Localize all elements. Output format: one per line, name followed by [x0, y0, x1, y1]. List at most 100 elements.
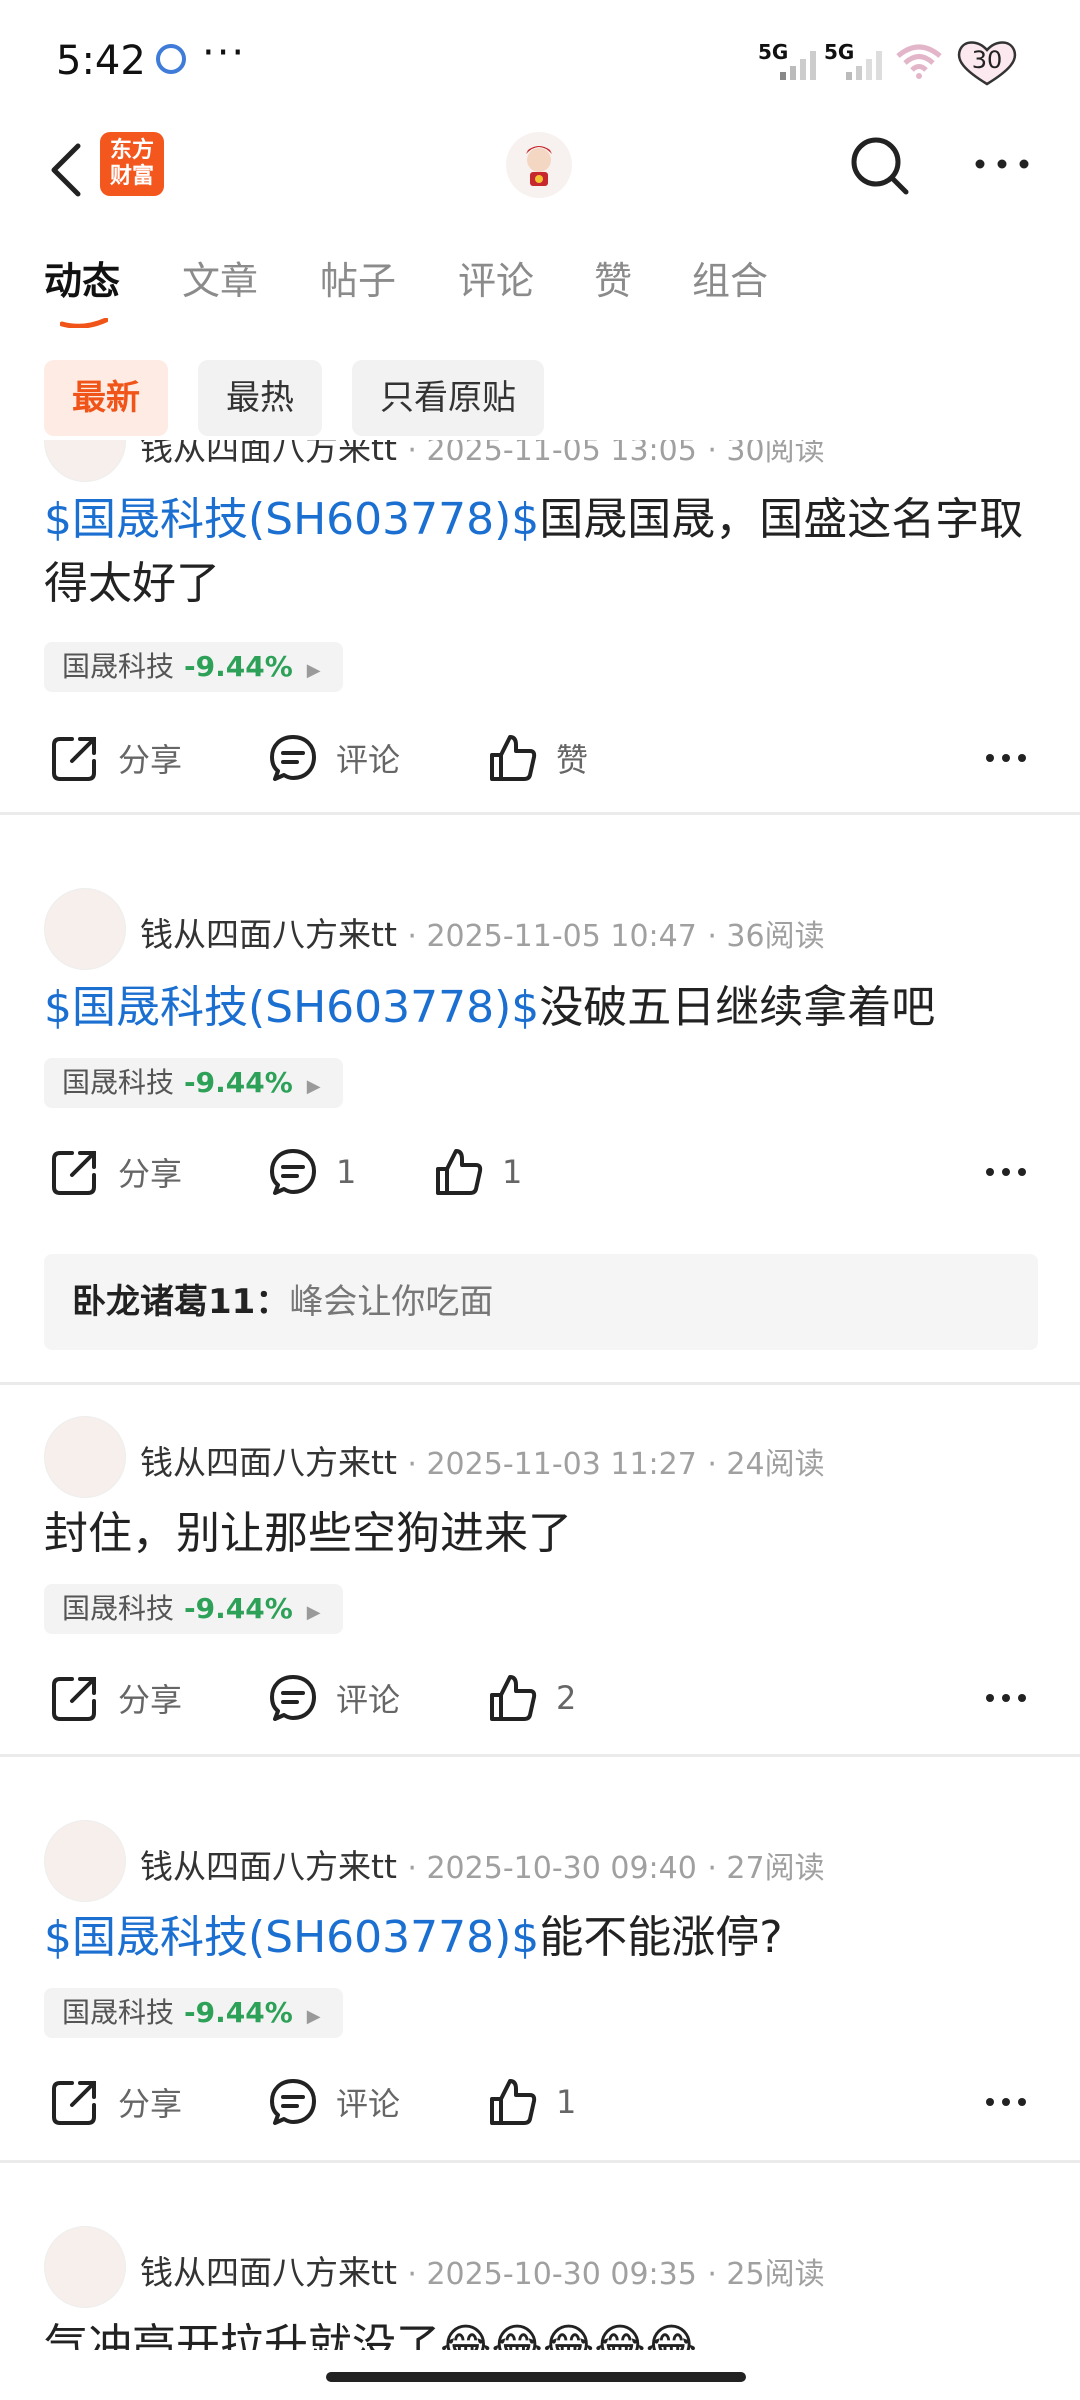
notification-app-icon: [156, 44, 186, 74]
post-more-icon[interactable]: [984, 2082, 1028, 2122]
stock-tag[interactable]: 国晟科技 -9.44% ▶: [44, 1058, 343, 1108]
more-options-icon[interactable]: [972, 144, 1032, 184]
stock-link[interactable]: $国晟科技(SH603778)$: [44, 982, 539, 1033]
author-name[interactable]: 钱从四面八方来tt: [140, 440, 397, 468]
stock-tag[interactable]: 国晟科技 -9.44% ▶: [44, 642, 343, 692]
post-reads: 30阅读: [726, 440, 825, 468]
share-label: 分享: [118, 1155, 183, 1193]
author-avatar[interactable]: [44, 440, 126, 482]
stock-tag-change: -9.44%: [184, 1996, 293, 2029]
like-button[interactable]: 赞: [488, 728, 588, 788]
post-meta: 钱从四面八方来tt · 2025-10-30 09:40 · 27阅读: [140, 1847, 825, 1886]
share-button[interactable]: 分享: [50, 1142, 182, 1202]
share-button[interactable]: 分享: [50, 2072, 182, 2132]
author-name[interactable]: 钱从四面八方来tt: [140, 2253, 397, 2292]
filter-hottest[interactable]: 最热: [198, 360, 322, 436]
post-content[interactable]: 气冲高开拉升就没了😂😂😂😂😂: [44, 2314, 1044, 2350]
post-content[interactable]: $国晟科技(SH603778)$国晟国晟，国盛这名字取得太好了: [44, 488, 1044, 616]
author-avatar[interactable]: [44, 1416, 126, 1498]
share-label: 分享: [118, 741, 183, 779]
post-content[interactable]: 封住，别让那些空狗进来了: [44, 1502, 1044, 1566]
tab-comments[interactable]: 评论: [458, 250, 534, 305]
play-arrow-icon: ▶: [306, 660, 321, 681]
author-avatar[interactable]: [44, 888, 126, 970]
like-button[interactable]: 2: [488, 1668, 576, 1728]
thumbs-up-icon: [490, 1675, 537, 1721]
share-icon: [52, 1677, 96, 1721]
stock-link[interactable]: $国晟科技(SH603778)$: [44, 1912, 539, 1963]
tab-dynamics[interactable]: 动态: [44, 250, 120, 305]
post-text: 没破五日继续拿着吧: [539, 982, 936, 1033]
post-reads: 24阅读: [726, 1447, 825, 1482]
post-actions: 分享 评论 2: [0, 1668, 1080, 1728]
tab-posts[interactable]: 帖子: [320, 250, 396, 305]
like-count: 2: [556, 1679, 577, 1717]
stock-link[interactable]: $国晟科技(SH603778)$: [44, 494, 539, 545]
tab-likes[interactable]: 赞: [594, 250, 632, 305]
author-name[interactable]: 钱从四面八方来tt: [140, 1443, 397, 1482]
user-avatar-icon[interactable]: [506, 132, 572, 198]
post-content[interactable]: $国晟科技(SH603778)$没破五日继续拿着吧: [44, 976, 1044, 1040]
filter-latest[interactable]: 最新: [44, 360, 168, 436]
comment-icon: [270, 1675, 316, 1721]
post-date: 2025-11-03 11:27: [426, 1447, 697, 1482]
reply-preview[interactable]: 卧龙诸葛11：峰会让你吃面: [44, 1254, 1038, 1350]
tab-portfolios[interactable]: 组合: [692, 250, 768, 305]
post-more-icon[interactable]: [984, 1152, 1028, 1192]
like-count: 1: [502, 1153, 523, 1191]
logo-text: 东方财富: [110, 138, 155, 189]
stock-tag[interactable]: 国晟科技 -9.44% ▶: [44, 1988, 343, 2038]
author-avatar[interactable]: [44, 2226, 126, 2308]
reply-user[interactable]: 卧龙诸葛11：: [72, 1282, 289, 1322]
play-arrow-icon: ▶: [306, 1076, 321, 1097]
post-more-icon[interactable]: [984, 1678, 1028, 1718]
search-icon[interactable]: [848, 134, 912, 198]
comment-icon: [270, 1149, 316, 1195]
like-count: 1: [556, 2083, 577, 2121]
comment-icon: [270, 2079, 316, 2125]
more-notifications-icon: ···: [202, 30, 247, 76]
stock-tag-change: -9.44%: [184, 1592, 293, 1625]
comment-button[interactable]: 评论: [268, 728, 400, 788]
like-button[interactable]: 1: [488, 2072, 576, 2132]
like-button[interactable]: 1: [434, 1142, 522, 1202]
filter-original-only[interactable]: 只看原贴: [352, 360, 544, 436]
share-button[interactable]: 分享: [50, 1668, 182, 1728]
author-avatar[interactable]: [44, 1820, 126, 1902]
author-name[interactable]: 钱从四面八方来tt: [140, 915, 397, 954]
post-actions: 分享 评论 赞: [0, 728, 1080, 788]
post-content[interactable]: $国晟科技(SH603778)$能不能涨停?: [44, 1906, 1044, 1970]
post-text: 气冲高开拉升就没了😂😂😂😂😂: [44, 2320, 698, 2350]
comment-button[interactable]: 1: [268, 1142, 356, 1202]
stock-tag-name: 国晟科技: [62, 1996, 175, 2029]
author-name[interactable]: 钱从四面八方来tt: [140, 1847, 397, 1886]
post-more-icon[interactable]: [984, 738, 1028, 778]
post-date: 2025-10-30 09:40: [426, 1851, 697, 1886]
play-arrow-icon: ▶: [306, 1602, 321, 1623]
thumbs-up-icon: [490, 2079, 537, 2125]
like-label: 赞: [556, 741, 589, 779]
wifi-icon: [896, 44, 942, 79]
feed-list: 钱从四面八方来tt · 2025-11-05 13:05 · 30阅读 $国晟科…: [0, 440, 1080, 2350]
share-icon: [52, 737, 96, 781]
comment-label: 评论: [336, 2085, 401, 2123]
signal-1-icon: 5G: [758, 40, 828, 80]
post-text: 能不能涨停?: [539, 1912, 783, 1963]
post-date: 2025-10-30 09:35: [426, 2257, 697, 2292]
stock-tag[interactable]: 国晟科技 -9.44% ▶: [44, 1584, 343, 1634]
divider: [0, 1754, 1080, 1757]
home-indicator[interactable]: [326, 2372, 746, 2382]
back-arrow-icon[interactable]: [44, 138, 88, 202]
share-button[interactable]: 分享: [50, 728, 182, 788]
comment-icon: [270, 735, 316, 781]
post-meta: 钱从四面八方来tt · 2025-11-03 11:27 · 24阅读: [140, 1443, 825, 1482]
tab-articles[interactable]: 文章: [182, 250, 258, 305]
share-icon: [52, 1151, 96, 1195]
stock-tag-name: 国晟科技: [62, 1066, 175, 1099]
post-reads: 25阅读: [726, 2257, 825, 2292]
play-arrow-icon: ▶: [306, 2006, 321, 2027]
comment-button[interactable]: 评论: [268, 2072, 400, 2132]
share-label: 分享: [118, 2085, 183, 2123]
comment-button[interactable]: 评论: [268, 1668, 400, 1728]
share-icon: [52, 2081, 96, 2125]
